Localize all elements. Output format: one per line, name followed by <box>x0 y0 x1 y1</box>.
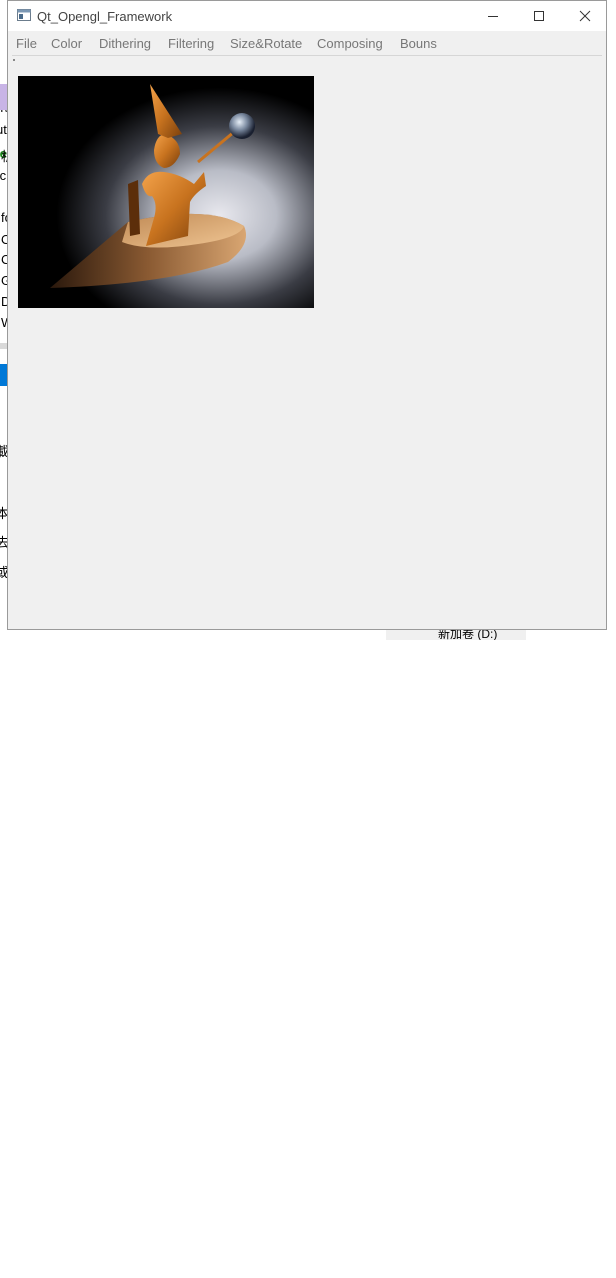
menu-dithering[interactable]: Dithering <box>99 36 151 51</box>
menu-bouns[interactable]: Bouns <box>400 36 437 51</box>
image-canvas <box>18 76 314 308</box>
toolbar-grip[interactable] <box>13 59 15 61</box>
app-window: Qt_Opengl_Framework File Color Dithering… <box>7 0 607 630</box>
menu-composing[interactable]: Composing <box>317 36 383 51</box>
maximize-button[interactable] <box>516 1 562 31</box>
close-button[interactable] <box>562 1 608 31</box>
minimize-button[interactable] <box>470 1 516 31</box>
window-app-icon <box>17 9 31 21</box>
close-icon <box>579 10 591 22</box>
menu-separator <box>12 55 602 56</box>
maximize-icon <box>534 11 544 21</box>
menu-filtering[interactable]: Filtering <box>168 36 214 51</box>
menu-file[interactable]: File <box>16 36 37 51</box>
minimize-icon <box>488 16 498 17</box>
window-title: Qt_Opengl_Framework <box>37 9 173 24</box>
background-window-right: 析 fo Op Cc Gu D W <box>0 84 18 1278</box>
menu-color[interactable]: Color <box>51 36 82 51</box>
bg-text-fragment: Ic <box>0 168 7 183</box>
bg-text-fragment: ut <box>0 122 7 137</box>
title-bar[interactable]: Qt_Opengl_Framework <box>8 1 606 31</box>
menu-bar: File Color Dithering Filtering Size&Rota… <box>8 31 606 55</box>
rendered-scene-image <box>18 76 314 308</box>
menu-size-rotate[interactable]: Size&Rotate <box>230 36 302 51</box>
